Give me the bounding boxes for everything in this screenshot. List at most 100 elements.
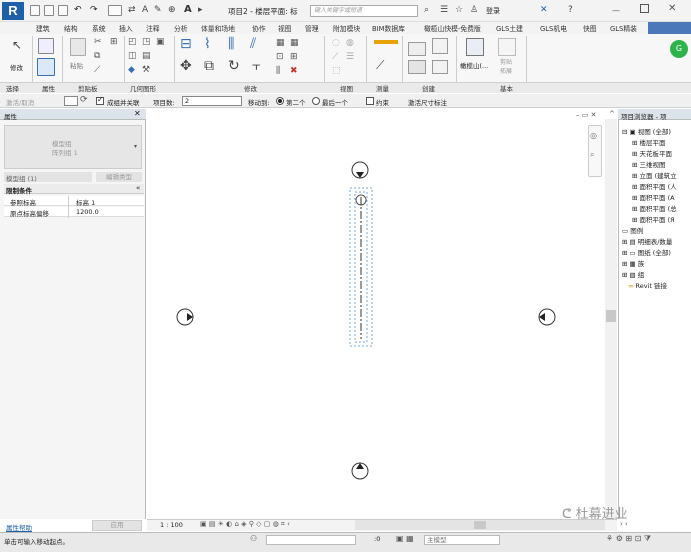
mirror-draw-icon[interactable]: ⫽ [250, 36, 256, 52]
array-icon[interactable]: ▦ [290, 38, 299, 48]
filter-icon[interactable]: ☰ [346, 52, 354, 62]
help-icon[interactable]: ? [568, 5, 573, 15]
create-parts-icon[interactable] [432, 38, 448, 54]
tree-node-area-plan[interactable]: ⊞ 面积平面 (人 [632, 181, 677, 191]
tab-insert[interactable]: 插入 [119, 23, 133, 33]
trim-icon[interactable]: ⫟ [252, 58, 260, 74]
plugin-badge-icon[interactable]: G [670, 40, 688, 58]
sheet-layout-button[interactable]: 剪贴 拓展 [500, 58, 514, 76]
expand-qat-icon[interactable]: ▸ [198, 5, 203, 15]
property-value[interactable]: 标高 1 [76, 197, 95, 207]
split-icon[interactable]: ▦ [276, 38, 285, 48]
app-logo[interactable]: R [2, 2, 24, 20]
tree-node-area-plan[interactable]: ⊞ 面积平面 (A [632, 192, 675, 202]
paste-icon[interactable] [70, 38, 86, 56]
scroll-thumb[interactable] [606, 310, 616, 322]
cut-geometry-icon[interactable]: ◳ [142, 37, 151, 47]
tab-olive-mountain[interactable]: 橄榄山快模-免费版 [424, 23, 481, 33]
tree-node-ceiling-plans[interactable]: ⊞ 天花板平面 [632, 148, 672, 158]
star-icon[interactable]: ☆ [455, 5, 463, 15]
sync-icon[interactable] [58, 5, 68, 16]
tree-node-sheets[interactable]: ⊞ ▭ 图纸 (全部) [622, 247, 671, 257]
panel-select[interactable]: 选择 [6, 83, 19, 93]
unpin-icon[interactable]: ⊞ [290, 52, 298, 62]
zoom-icon[interactable]: ⌕ [590, 150, 594, 160]
user-icon[interactable]: ♙ [470, 5, 478, 15]
tree-node-elevations[interactable]: ⊞ 立面 (建筑立 [632, 170, 677, 180]
workset-icon[interactable]: ⚇ [250, 534, 257, 543]
pin-icon[interactable]: ⫼ [276, 66, 280, 76]
tab-quick-drawing[interactable]: 快图 [583, 23, 597, 33]
olive-mountain-button[interactable]: 橄榄山(... [460, 60, 488, 70]
copy-icon[interactable]: ⧉ [94, 51, 100, 61]
search-input[interactable]: 键入关键字或短语 [310, 5, 418, 17]
tab-manage[interactable]: 管理 [305, 23, 319, 33]
olive-mountain-icon[interactable] [466, 38, 484, 56]
view-window-controls-icon[interactable]: – ▭ ✕ [576, 111, 596, 119]
sheet-layout-icon[interactable] [498, 38, 516, 56]
chevron-down-icon[interactable]: ▾ [134, 143, 137, 150]
cope-icon[interactable]: ◰ [128, 37, 137, 47]
tab-analyze[interactable]: 分析 [174, 23, 188, 33]
open-icon[interactable] [30, 5, 40, 16]
create-similar-icon[interactable] [432, 60, 448, 74]
collapse-icon[interactable]: « [136, 184, 140, 192]
tab-addins[interactable]: 附加模块 [333, 23, 360, 33]
join-geometry-icon[interactable]: ▣ [156, 37, 165, 47]
rotate-icon[interactable]: ↻ [228, 58, 240, 74]
wall-joins-icon[interactable]: ◆ [128, 65, 135, 75]
tab-bim-database[interactable]: BIM数据库 [372, 23, 405, 33]
move-icon[interactable]: ✥ [180, 58, 192, 74]
tab-massing[interactable]: 体量和场地 [201, 23, 235, 33]
undo-icon[interactable]: ↶ [74, 5, 82, 15]
paste-button[interactable]: 粘贴 [70, 60, 83, 70]
hide-in-view-icon[interactable]: ◌ [332, 38, 340, 48]
select-box-icon[interactable]: ⬚ [332, 66, 341, 76]
design-options-icon[interactable]: ▣ ▦ [396, 534, 414, 543]
cursor-icon[interactable]: ↖ [12, 38, 22, 52]
binoculars-icon[interactable]: ⌕ [424, 5, 429, 15]
maximize-icon[interactable] [640, 4, 649, 13]
print-icon[interactable] [108, 5, 122, 16]
tab-modify-active[interactable] [648, 22, 691, 34]
tree-node-legends[interactable]: ▭ 图例 [622, 225, 643, 235]
type-properties-icon[interactable] [38, 38, 54, 54]
create-group-icon[interactable] [408, 60, 426, 74]
tag-icon[interactable]: ⊕ [168, 5, 176, 15]
save-icon[interactable] [44, 5, 54, 16]
join-icon[interactable]: ⊞ [110, 37, 118, 47]
tab-gls-finish[interactable]: GLS精装 [610, 23, 637, 33]
measure-between-icon[interactable] [374, 40, 398, 44]
properties-help-link[interactable]: 属性帮助 [6, 522, 32, 532]
tab-gls-mep[interactable]: GLS机电 [540, 23, 567, 33]
override-graphics-icon[interactable]: ◍ [346, 38, 354, 48]
tree-node-floor-plans[interactable]: ⊞ 楼层平面 [632, 137, 666, 147]
annotate-a-icon[interactable]: A [184, 4, 192, 15]
minimize-icon[interactable]: — [612, 6, 620, 15]
copy-element-icon[interactable]: ⧉ [204, 58, 214, 74]
measure-icon[interactable]: ⇄ [128, 5, 136, 15]
tree-node-groups[interactable]: ⊞ ▧ 组 [622, 269, 644, 279]
plan-view[interactable] [147, 109, 617, 519]
text-tool-icon[interactable]: A [142, 5, 148, 15]
array-linear-icon[interactable] [64, 96, 78, 106]
apply-button[interactable]: 应用 [92, 520, 142, 531]
offset-icon[interactable]: ⌇ [204, 36, 211, 52]
tree-node-families[interactable]: ⊞ ▦ 族 [622, 258, 644, 268]
constrain-checkbox[interactable] [366, 97, 374, 105]
tab-gls-civil[interactable]: GLS土建 [496, 23, 523, 33]
array-radial-icon[interactable]: ⟳ [80, 95, 88, 105]
tab-view[interactable]: 视图 [278, 23, 292, 33]
paint-icon[interactable]: ▤ [142, 51, 151, 61]
property-value[interactable]: 1200.0 [76, 208, 99, 216]
mirror-axis-icon[interactable]: ⫼ [228, 36, 234, 52]
match-properties-icon[interactable]: ⟋ [94, 65, 100, 75]
steering-wheel-icon[interactable]: ◎ [590, 131, 597, 140]
tab-systems[interactable]: 系统 [92, 23, 106, 33]
exchange-icon[interactable]: ✕ [540, 5, 548, 15]
linework-icon[interactable]: ⟋ [332, 52, 338, 62]
last-radio[interactable] [312, 97, 320, 105]
h-scroll-thumb[interactable] [474, 521, 486, 529]
tree-node-area-plan[interactable]: ⊞ 面积平面 (总 [632, 203, 677, 213]
tab-annotate[interactable]: 注释 [146, 23, 160, 33]
